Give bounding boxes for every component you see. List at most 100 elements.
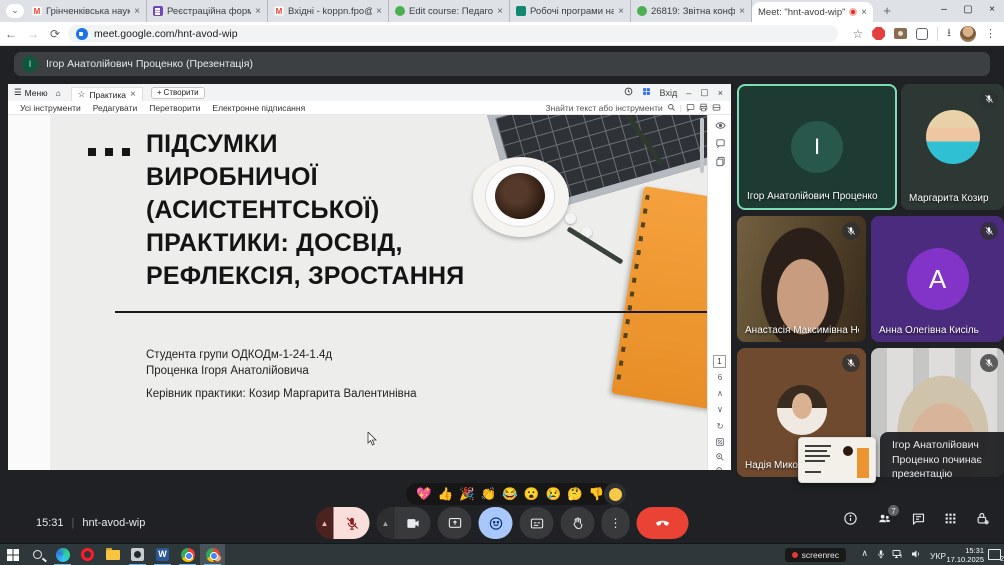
camera-button[interactable] [395, 507, 431, 539]
apps-grid-icon[interactable] [642, 87, 651, 98]
page-number-input[interactable]: 1 [713, 355, 726, 368]
tray-mic-icon[interactable] [876, 548, 886, 560]
browser-menu-icon[interactable]: ⋮ [985, 27, 996, 40]
present-screen-button[interactable] [438, 507, 472, 539]
tab-3[interactable]: Вхідні - koppn.fpo@kubg.edu... × [268, 0, 389, 22]
tray-clock[interactable]: 15:31 17.10.2025 [938, 546, 984, 564]
taskbar-edge[interactable] [50, 544, 75, 565]
tab-close-icon[interactable]: × [739, 6, 745, 17]
skin-tone-selector[interactable] [604, 483, 626, 505]
start-button[interactable] [0, 544, 25, 565]
tab-4[interactable]: Edit course: Педагогіка та пси... × [389, 0, 510, 22]
tab-1[interactable]: Грінченківська наукова шко... × [26, 0, 147, 22]
forward-button[interactable]: → [22, 27, 44, 41]
bookmark-star-icon[interactable]: ☆ [852, 27, 863, 41]
eye-icon[interactable] [708, 120, 731, 131]
more-options-button[interactable]: ⋮ [602, 507, 630, 539]
mic-muted-button[interactable] [334, 507, 370, 539]
activities-icon[interactable] [944, 512, 957, 525]
taskbar-search-button[interactable] [25, 544, 50, 565]
reload-button[interactable]: ⟳ [44, 27, 66, 41]
host-controls-icon[interactable] [975, 511, 990, 526]
captions-button[interactable] [520, 507, 554, 539]
adblock-extension-icon[interactable] [872, 27, 885, 40]
taskbar-word[interactable]: W [150, 544, 175, 565]
profile-avatar[interactable] [960, 26, 976, 42]
home-icon[interactable]: ⌂ [56, 88, 61, 98]
taskbar-chrome[interactable] [175, 544, 200, 565]
tab-2[interactable]: Реєстраційна форма учасник... × [147, 0, 268, 22]
tray-volume-icon[interactable] [910, 548, 922, 560]
reactions-button[interactable] [479, 507, 513, 539]
tab-5[interactable]: Робочі програми навчальни... × [510, 0, 631, 22]
reaction-thinking[interactable]: 🤔 [567, 483, 583, 505]
acrobat-menu-button[interactable]: ☰ Меню [14, 87, 48, 98]
signin-button[interactable]: Вхід [660, 88, 678, 98]
next-page-icon[interactable]: ∨ [708, 404, 731, 415]
downloads-icon[interactable]: ⭳ [947, 24, 951, 43]
acrobat-minimize-button[interactable]: – [686, 88, 691, 98]
history-icon[interactable] [624, 87, 633, 98]
camera-options-chevron[interactable]: ▲ [377, 507, 395, 539]
taskbar-chrome-active[interactable] [200, 544, 225, 565]
end-call-button[interactable] [637, 507, 689, 539]
find-tools-search[interactable]: Знайти текст або інструменти | [546, 103, 731, 113]
participant-tile-anastasiia[interactable]: Анастасія Максимівна Не... [737, 216, 866, 342]
participant-tile-kysil[interactable]: А Анна Олегівна Кисіль [871, 216, 1004, 342]
tray-network-icon[interactable] [891, 548, 904, 560]
doc-tab-close-icon[interactable]: × [130, 89, 136, 100]
create-button[interactable]: + Створити [151, 87, 205, 99]
acrobat-close-button[interactable]: × [718, 88, 723, 98]
raise-hand-button[interactable] [561, 507, 595, 539]
menu-convert[interactable]: Перетворити [149, 103, 200, 113]
window-minimize-button[interactable]: – [932, 0, 956, 22]
tab-6[interactable]: 26819: Звітна конференція | Е... × [631, 0, 752, 22]
tab-close-icon[interactable]: × [861, 7, 867, 18]
menu-all-tools[interactable]: Усі інструменти [20, 103, 81, 113]
comment-panel-icon[interactable] [708, 138, 731, 149]
window-close-button[interactable]: × [980, 0, 1004, 22]
back-button[interactable]: ← [0, 27, 22, 41]
screenrec-widget[interactable]: screenrec [785, 548, 846, 562]
zoom-in-icon[interactable] [708, 452, 731, 462]
tab-search-button[interactable]: ⌄ [6, 4, 24, 18]
reaction-surprised[interactable]: 😮 [524, 483, 540, 505]
url-field[interactable]: meet.google.com/hnt-avod-wip [68, 25, 838, 42]
taskbar-opera[interactable] [75, 544, 100, 565]
new-tab-button[interactable]: + [877, 3, 897, 22]
meeting-details-icon[interactable] [843, 511, 858, 526]
taskbar-explorer[interactable] [100, 544, 125, 565]
mic-options-chevron[interactable]: ▲ [316, 507, 334, 539]
zoom-out-icon[interactable] [708, 466, 731, 470]
reaction-clap[interactable]: 👏 [481, 483, 497, 505]
window-maximize-button[interactable]: ▢ [956, 0, 980, 22]
chat-panel-icon[interactable] [911, 511, 926, 526]
taskbar-camera-app[interactable] [125, 544, 150, 565]
participant-tile-protsenko[interactable]: I Ігор Анатолійович Проценко [737, 84, 897, 210]
screenshot-extension-icon[interactable] [894, 28, 907, 39]
tab-close-icon[interactable]: × [255, 6, 261, 17]
tab-close-icon[interactable]: × [376, 6, 382, 17]
rotate-page-icon[interactable]: ↻ [708, 421, 731, 432]
tab-close-icon[interactable]: × [497, 6, 503, 17]
reaction-cry[interactable]: 😢 [545, 483, 561, 505]
tab-close-icon[interactable]: × [618, 6, 624, 17]
tray-expand-icon[interactable]: ∧ [861, 548, 868, 559]
previous-page-icon[interactable]: ∧ [708, 388, 731, 399]
tab-close-icon[interactable]: × [134, 6, 140, 17]
reaction-party[interactable]: 🎉 [459, 483, 475, 505]
reaction-heart[interactable]: 💖 [416, 483, 432, 505]
menu-edit[interactable]: Редагувати [93, 103, 137, 113]
tab-meet-active[interactable]: Meet: "hnt-avod-wip" × [752, 2, 873, 22]
document-tab[interactable]: ☆ Практика × [71, 87, 143, 101]
reaction-laugh[interactable]: 😂 [502, 483, 518, 505]
menu-esign[interactable]: Електронне підписання [212, 103, 305, 113]
acrobat-maximize-button[interactable]: ▢ [700, 87, 709, 98]
people-panel-icon[interactable]: 7 [876, 511, 893, 526]
pages-panel-icon[interactable] [708, 156, 731, 167]
scrollbar[interactable] [700, 118, 704, 173]
participant-tile-kozyr[interactable]: Маргарита Козир [901, 84, 1004, 210]
reaction-thumbs-down[interactable]: 👎 [589, 483, 605, 505]
extensions-icon[interactable] [916, 28, 928, 40]
action-center-icon[interactable]: 2 [988, 549, 1001, 560]
